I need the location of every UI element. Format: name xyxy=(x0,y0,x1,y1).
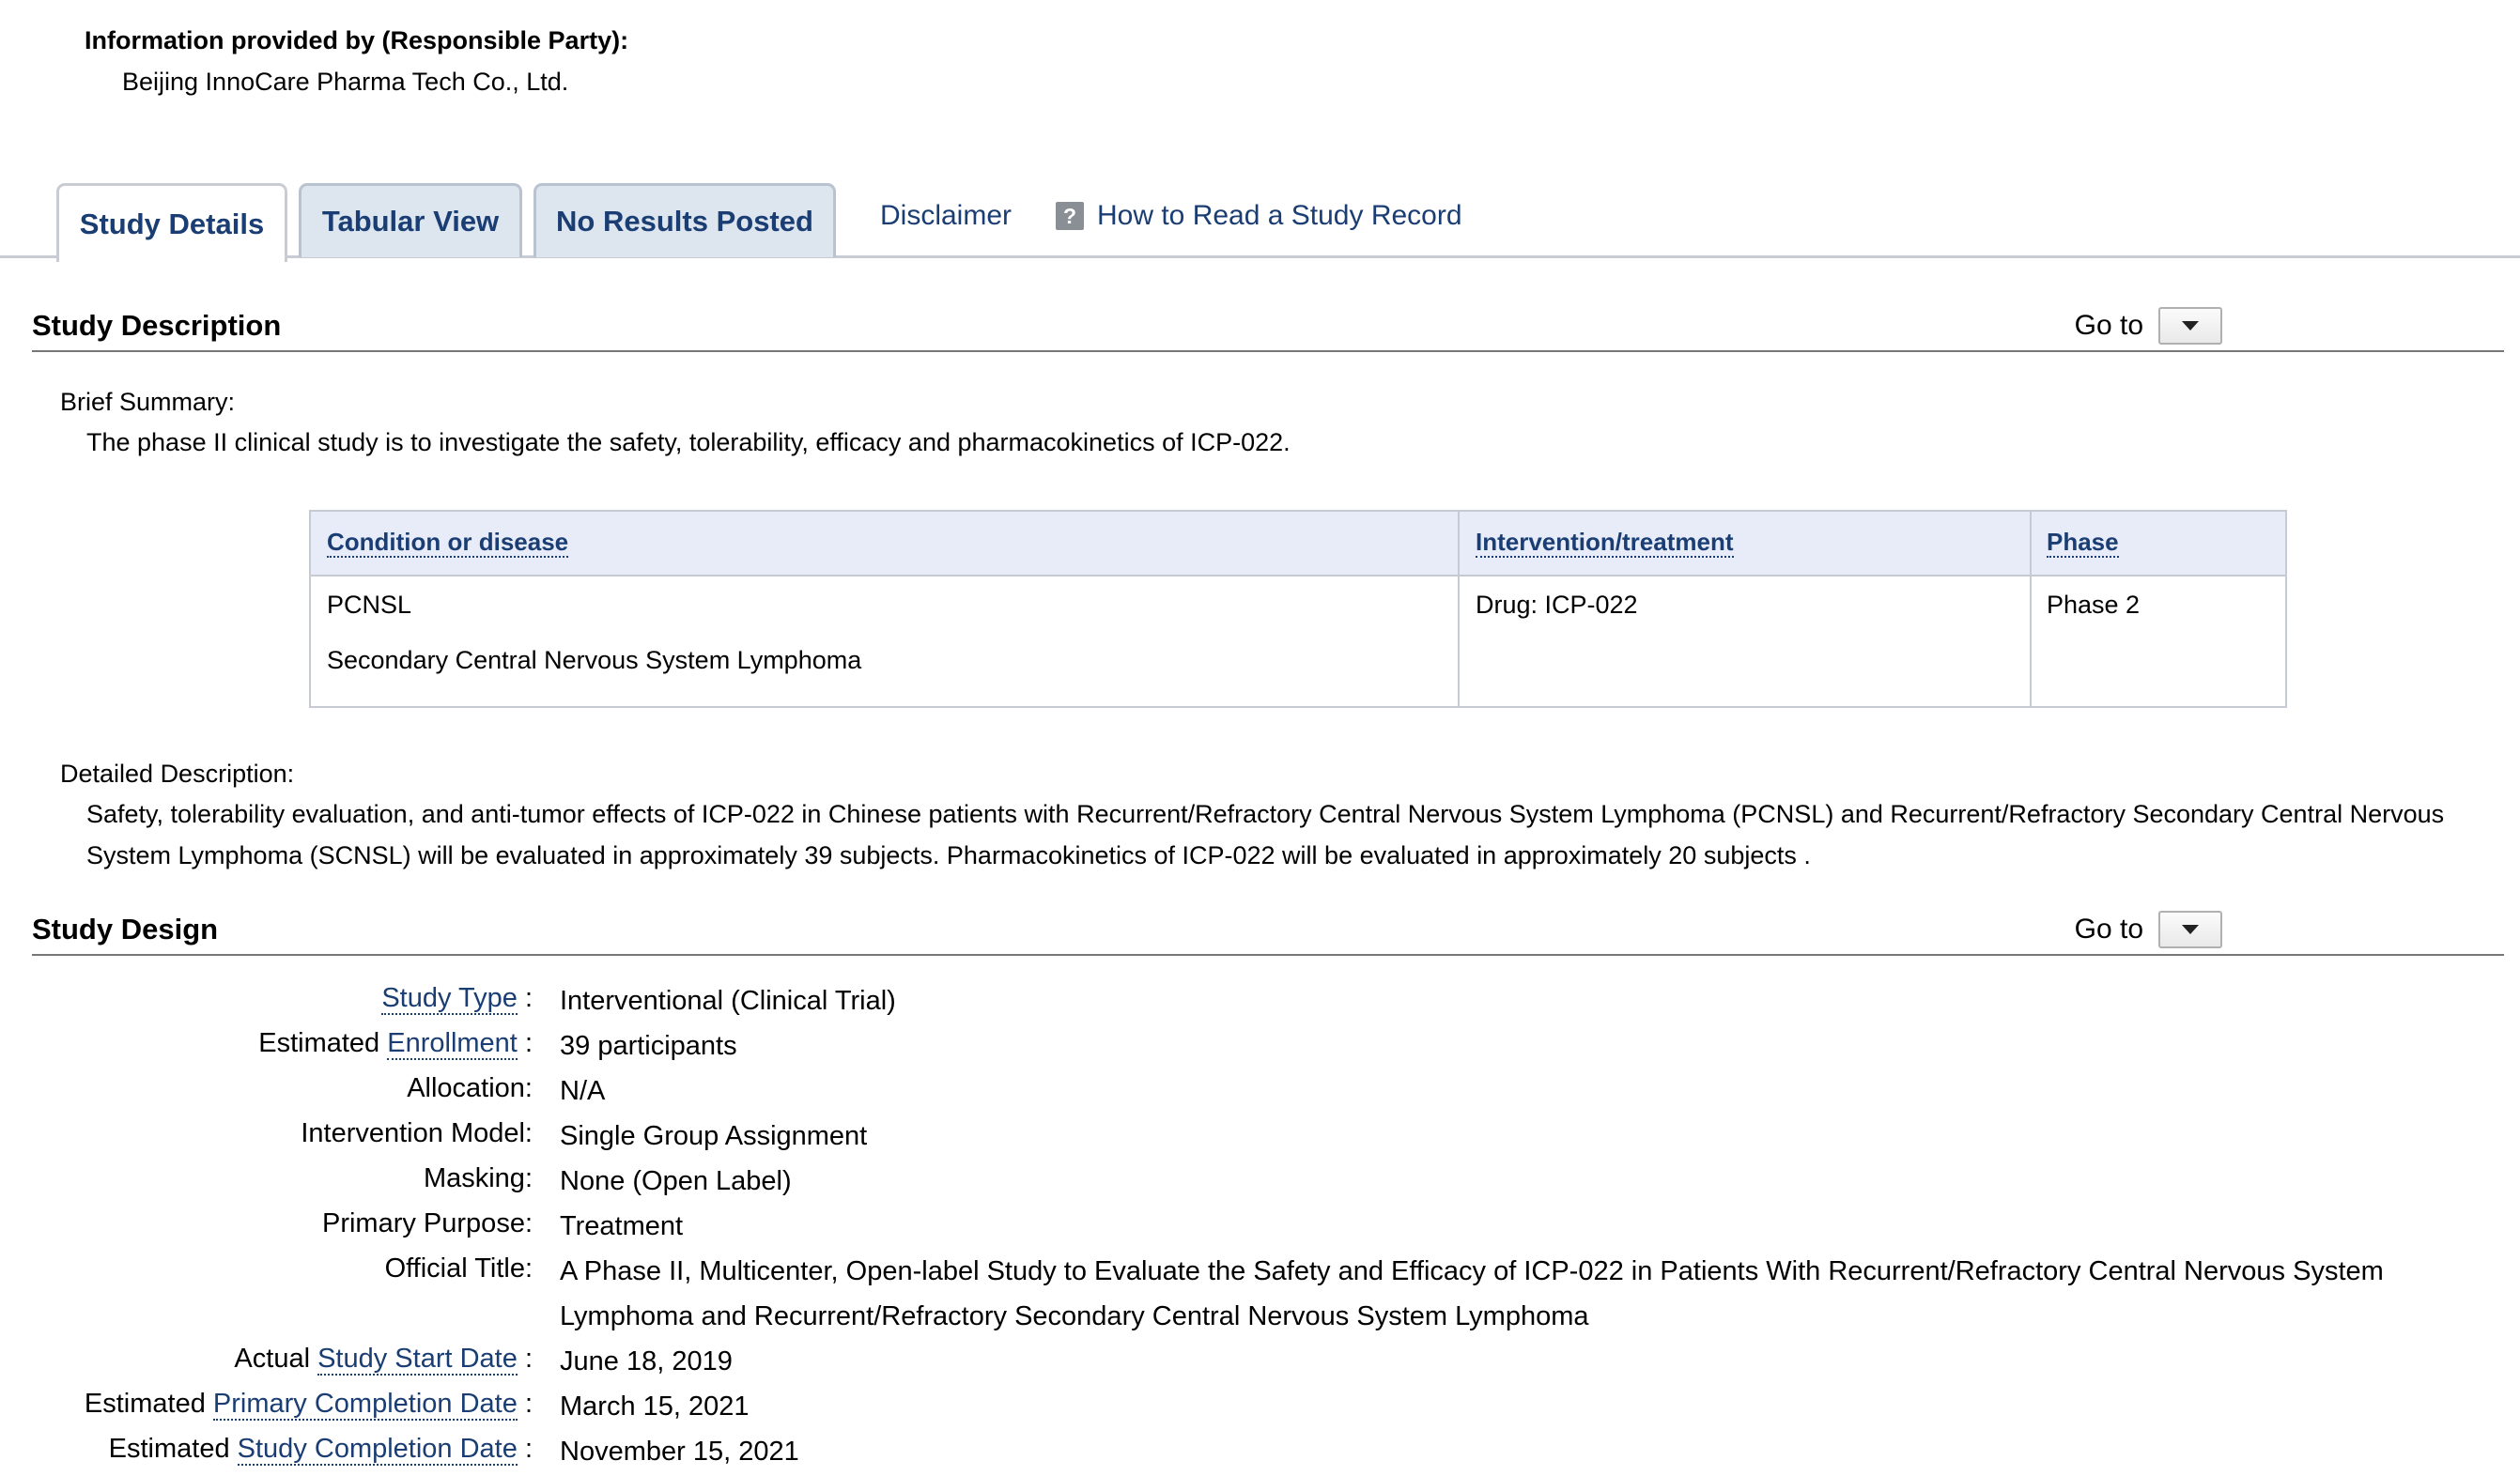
goto-label: Go to xyxy=(2074,914,2143,945)
condition-cell: PCNSL xyxy=(327,591,412,619)
primary-purpose-value: Treatment xyxy=(560,1211,684,1241)
condition-cell: Secondary Central Nervous System Lymphom… xyxy=(327,646,862,674)
intervention-model-value: Single Group Assignment xyxy=(560,1121,868,1151)
caret-down-icon xyxy=(2182,925,2199,934)
header-phase[interactable]: Phase xyxy=(2047,528,2119,558)
allocation-value: N/A xyxy=(560,1076,606,1106)
masking-value: None (Open Label) xyxy=(560,1166,792,1196)
tab-no-results-posted[interactable]: No Results Posted xyxy=(533,183,836,257)
tab-study-details[interactable]: Study Details xyxy=(56,183,287,262)
study-type-value: Interventional (Clinical Trial) xyxy=(560,986,896,1016)
column-divider xyxy=(1458,512,1460,706)
phase-cell: Phase 2 xyxy=(2047,591,2141,619)
primary-completion-label: Estimated Primary Completion Date : xyxy=(84,1389,533,1421)
section-title-study-design: Study Design xyxy=(32,913,219,946)
goto-label: Go to xyxy=(2074,310,2143,341)
primary-purpose-label: Primary Purpose: xyxy=(321,1208,533,1238)
responsible-party-value: Beijing InnoCare Pharma Tech Co., Ltd. xyxy=(122,68,569,96)
detailed-description-label: Detailed Description: xyxy=(60,760,295,788)
enrollment-label: Estimated Enrollment : xyxy=(258,1028,533,1060)
primary-completion-value: March 15, 2021 xyxy=(560,1391,750,1422)
responsible-party-label: Information provided by (Responsible Par… xyxy=(85,26,629,54)
study-record-page: Information provided by (Responsible Par… xyxy=(0,0,2520,1476)
official-title-line: Lymphoma and Recurrent/Refractory Second… xyxy=(560,1301,1589,1331)
intervention-cell: Drug: ICP-022 xyxy=(1476,591,1638,619)
enrollment-value: 39 participants xyxy=(560,1031,737,1061)
disclaimer-link[interactable]: Disclaimer xyxy=(880,200,1012,232)
study-completion-date-link[interactable]: Study Completion Date xyxy=(237,1434,518,1466)
column-divider xyxy=(2030,512,2032,706)
study-type-label: Study Type : xyxy=(381,983,533,1015)
study-description-header: Study Description Go to xyxy=(32,307,2504,352)
allocation-label: Allocation: xyxy=(407,1073,533,1103)
goto-dropdown-button[interactable] xyxy=(2158,911,2222,948)
how-to-read-label: How to Read a Study Record xyxy=(1097,200,1462,231)
masking-label: Masking: xyxy=(423,1163,533,1193)
primary-completion-date-link[interactable]: Primary Completion Date xyxy=(212,1389,518,1421)
start-date-value: June 18, 2019 xyxy=(560,1346,733,1376)
tab-tabular-view[interactable]: Tabular View xyxy=(299,183,522,257)
detailed-description-line: System Lymphoma (SCNSL) will be evaluate… xyxy=(86,841,1811,869)
study-start-date-link[interactable]: Study Start Date xyxy=(317,1344,518,1376)
header-intervention-treatment[interactable]: Intervention/treatment xyxy=(1476,528,1734,558)
goto-control: Go to xyxy=(2075,911,2222,948)
section-title-study-description: Study Description xyxy=(32,309,282,342)
header-condition-or-disease[interactable]: Condition or disease xyxy=(327,528,569,558)
enrollment-link[interactable]: Enrollment xyxy=(387,1028,518,1060)
completion-label: Estimated Study Completion Date : xyxy=(108,1434,533,1466)
goto-control: Go to xyxy=(2075,307,2222,345)
help-question-icon: ? xyxy=(1056,202,1084,230)
study-design-header: Study Design Go to xyxy=(32,911,2504,956)
start-date-label: Actual Study Start Date : xyxy=(234,1344,533,1376)
official-title-line: A Phase II, Multicenter, Open-label Stud… xyxy=(560,1256,2384,1286)
intervention-model-label: Intervention Model: xyxy=(301,1118,533,1148)
completion-value: November 15, 2021 xyxy=(560,1437,799,1467)
study-type-link[interactable]: Study Type xyxy=(381,983,518,1015)
official-title-label: Official Title: xyxy=(384,1253,533,1284)
goto-dropdown-button[interactable] xyxy=(2158,307,2222,345)
brief-summary-label: Brief Summary: xyxy=(60,388,236,416)
brief-summary-text: The phase II clinical study is to invest… xyxy=(86,428,1291,456)
how-to-read-link[interactable]: ? How to Read a Study Record xyxy=(1056,200,1462,232)
detailed-description-line: Safety, tolerability evaluation, and ant… xyxy=(86,800,2445,828)
caret-down-icon xyxy=(2182,321,2199,331)
conditions-table: Condition or disease Intervention/treatm… xyxy=(309,510,2287,708)
conditions-table-header xyxy=(311,512,2285,577)
